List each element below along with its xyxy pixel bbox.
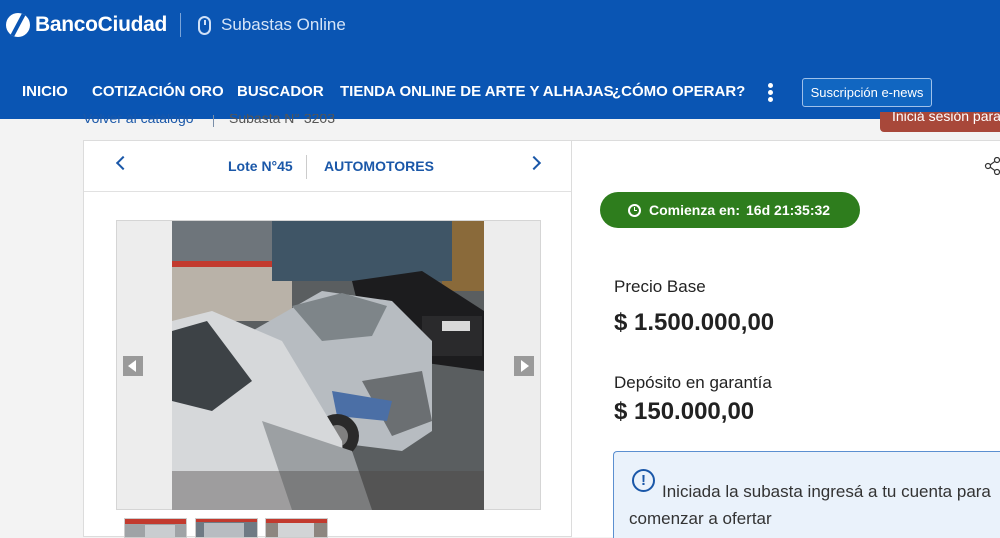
main-nav: INICIO COTIZACIÓN ORO BUSCADOR TIENDA ON… — [0, 55, 1000, 119]
nav-item-inicio[interactable]: INICIO — [22, 83, 68, 100]
nav-item-cotizacion-oro[interactable]: COTIZACIÓN ORO — [92, 83, 224, 100]
gallery-thumbnail[interactable] — [124, 518, 187, 538]
base-price-label: Precio Base — [614, 277, 706, 296]
next-lot-icon[interactable] — [526, 155, 542, 171]
login-button[interactable]: Iniciá sesión para — [880, 112, 1000, 132]
site-subtitle: Subastas Online — [221, 15, 346, 34]
gallery-thumbnail[interactable] — [265, 518, 328, 538]
lot-number: Lote N°45 — [228, 158, 293, 174]
header-divider — [180, 13, 182, 37]
nav-item-tienda-online[interactable]: TIENDA ONLINE DE ARTE Y ALHAJAS — [340, 83, 614, 100]
info-message: Iniciada la subasta ingresá a tu cuenta … — [629, 482, 991, 528]
lot-category[interactable]: AUTOMOTORES — [324, 158, 434, 174]
kebab-menu-icon[interactable] — [768, 83, 774, 103]
deposit-value: $ 150.000,00 — [614, 398, 755, 425]
base-price-value: $ 1.500.000,00 — [614, 309, 775, 336]
top-header: BancoCiudad Subastas Online — [0, 0, 1000, 55]
auction-number: Subasta N° 3203 — [229, 114, 336, 126]
newsletter-button[interactable]: Suscripción e-news — [802, 78, 932, 107]
clock-icon — [628, 203, 641, 217]
gallery-next-icon[interactable] — [514, 356, 534, 376]
lot-divider — [306, 155, 307, 179]
brand-name: BancoCiudad — [35, 13, 168, 36]
lot-media-panel: Lote N°45 AUTOMOTORES — [83, 140, 572, 538]
back-to-catalog-link[interactable]: Volver al catálogo — [83, 114, 194, 128]
deposit-label: Depósito en garantía — [614, 373, 772, 392]
brand-logo[interactable]: BancoCiudad Subastas Online — [6, 13, 346, 37]
countdown-value: 16d 21:35:32 — [746, 202, 831, 218]
countdown-prefix: Comienza en: — [649, 202, 741, 218]
image-gallery — [116, 220, 541, 510]
vehicle-photo[interactable] — [172, 221, 484, 510]
gallery-prev-icon[interactable] — [123, 356, 143, 376]
gallery-thumbnail[interactable] — [195, 518, 258, 538]
share-icon[interactable] — [984, 157, 1000, 175]
lot-details-panel: Comienza en: 16d 21:35:32 Precio Base $ … — [572, 140, 1000, 538]
countdown-badge: Comienza en: 16d 21:35:32 — [600, 192, 860, 228]
mouse-icon — [198, 15, 212, 35]
breadcrumb-divider — [213, 115, 214, 127]
nav-item-como-operar[interactable]: ¿CÓMO OPERAR? — [612, 83, 745, 100]
info-alert: ! Iniciada la subasta ingresá a tu cuent… — [613, 451, 1000, 538]
previous-lot-icon[interactable] — [115, 155, 131, 171]
lot-navigation: Lote N°45 AUTOMOTORES — [84, 141, 571, 192]
bank-logo-icon — [6, 13, 30, 37]
nav-item-buscador[interactable]: BUSCADOR — [237, 83, 324, 100]
